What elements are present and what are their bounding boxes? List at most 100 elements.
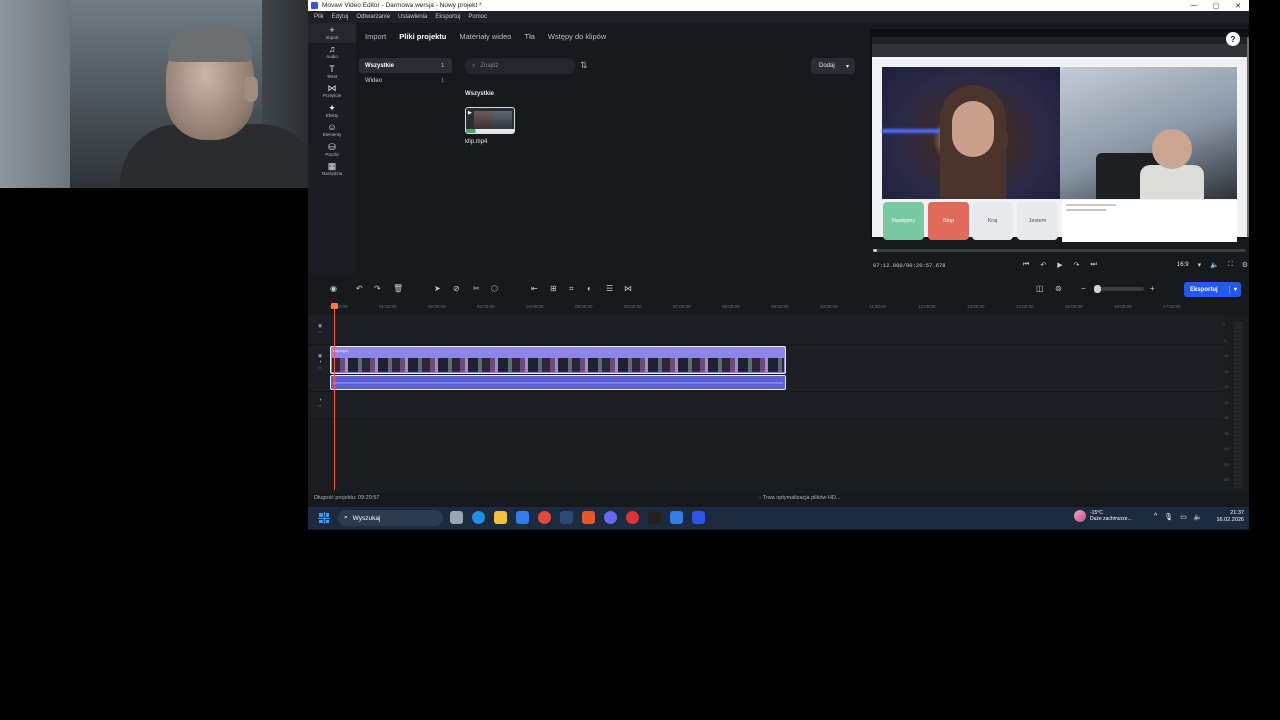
minimize-button[interactable]: — [1183, 2, 1205, 10]
sidebar-item-import[interactable]: + Import [308, 23, 356, 43]
speaker-icon[interactable]: 🔈 [1194, 513, 1203, 521]
zoom-slider[interactable] [1094, 285, 1144, 293]
menu-playback[interactable]: Odtwarzanie [356, 14, 390, 20]
opera-icon[interactable] [626, 511, 639, 524]
split-icon[interactable]: ⇤ [531, 284, 538, 293]
export-button[interactable]: Eksportuj ▾ [1184, 282, 1241, 297]
search-input[interactable]: ⌕ Znajdź [465, 58, 575, 74]
ruler-tick-label: 11:00:00 [869, 304, 887, 309]
transition-tool-icon[interactable]: ⋈ [624, 284, 632, 293]
category-video[interactable]: Wideo 1 [359, 73, 452, 88]
chevron-down-icon[interactable]: ▾ [1228, 286, 1237, 293]
playhead[interactable] [331, 303, 338, 490]
gear-icon[interactable]: ⚙ [1242, 261, 1248, 269]
category-label: Wszystkie [365, 62, 395, 69]
sidebar-item-audio[interactable]: ♫ Audio [308, 43, 356, 63]
weather-widget[interactable]: -15°C Duże zachmurze... [1074, 510, 1132, 522]
steam-icon[interactable] [560, 511, 573, 524]
cursor-icon[interactable]: ➤ [434, 284, 441, 293]
skip-start-icon[interactable]: ⏮ [1023, 261, 1029, 269]
record-icon[interactable]: ◉ [330, 284, 337, 293]
video-clip[interactable]: klip.mp4 [330, 346, 786, 374]
tab-project-files[interactable]: Pliki projektu [399, 32, 446, 41]
redo-icon[interactable]: ↷ [374, 284, 381, 293]
store-icon[interactable] [670, 511, 683, 524]
zoom-in-icon[interactable]: + [1150, 284, 1155, 293]
ruler-tick-label: 14:00:00 [1016, 304, 1034, 309]
playback-buttons: ⏮ ↶ ▶ ↷ ⏭ [1023, 261, 1097, 269]
track-controls-icon[interactable]: ◉ ◑ ⇔ [311, 353, 329, 371]
track-visibility-icon[interactable]: ◉ ⇔ [311, 323, 329, 335]
crop-icon[interactable]: ⌗ [569, 284, 574, 294]
volume-scale-label: 0 [1223, 322, 1226, 327]
menu-settings[interactable]: Ustawienia [398, 14, 427, 20]
audio-sync-icon[interactable]: ◫ [1036, 284, 1044, 293]
brave-icon[interactable] [582, 511, 595, 524]
zoom-out-icon[interactable]: − [1081, 284, 1086, 293]
add-dropdown[interactable]: Dodaj ▾ [811, 58, 855, 74]
ruler-tick-label: 10:00:00 [820, 304, 838, 309]
tiktok-icon[interactable] [648, 511, 661, 524]
aspect-ratio-select[interactable]: 16:9 [1177, 262, 1189, 268]
step-forward-icon[interactable]: ↷ [1074, 261, 1080, 269]
taskbar-clock[interactable]: 21:37 16.02.2026 [1212, 510, 1244, 524]
network-icon[interactable]: ▭ [1180, 513, 1187, 521]
media-thumbnail[interactable]: ▶ [465, 107, 515, 134]
movavi-icon[interactable] [692, 511, 705, 524]
audio-track-icon[interactable]: ◑ ⇔ [311, 397, 329, 409]
sort-icon[interactable]: ⇅ [580, 60, 588, 71]
sidebar-item-elements[interactable]: ☺ Elementy [308, 121, 356, 141]
playhead-handle[interactable] [331, 303, 338, 309]
edge-icon[interactable] [472, 511, 485, 524]
discord-icon[interactable] [604, 511, 617, 524]
chrome-icon[interactable] [538, 511, 551, 524]
menu-file[interactable]: Plik [314, 14, 324, 20]
trash-icon[interactable]: 🗑 [393, 284, 403, 293]
sidebar-item-text[interactable]: T Tekst [308, 62, 356, 82]
play-icon[interactable]: ▶ [1057, 261, 1062, 269]
volume-icon[interactable]: 🔈 [1210, 261, 1219, 269]
tab-import[interactable]: Import [365, 32, 386, 41]
adjust-icon[interactable]: ☰ [606, 284, 613, 293]
sidebar-item-packs[interactable]: ⛁ Paczki [308, 140, 356, 160]
tab-backgrounds[interactable]: Tła [524, 32, 534, 41]
mail-icon[interactable] [516, 511, 529, 524]
chevron-up-icon[interactable]: ^ [1154, 513, 1157, 521]
undo-icon[interactable]: ↶ [356, 284, 363, 293]
chevron-down-icon[interactable]: ▾ [1198, 261, 1202, 269]
sidebar-item-tools[interactable]: ▦ Narzędzia [308, 160, 356, 180]
close-button[interactable]: ✕ [1227, 2, 1249, 10]
explorer-icon[interactable] [494, 511, 507, 524]
menu-export[interactable]: Eksportuj [435, 14, 460, 20]
category-all[interactable]: Wszystkie 1 [359, 58, 452, 73]
help-button[interactable]: ? [1226, 32, 1240, 46]
marker-icon[interactable]: ⬡ [491, 284, 498, 293]
razor-icon[interactable]: ⊘ [453, 284, 460, 293]
task-view-icon[interactable] [450, 511, 463, 524]
color-icon[interactable]: ◐ [587, 284, 592, 293]
fullscreen-icon[interactable]: ⛶ [1228, 261, 1233, 269]
microphone-icon[interactable]: 🎙 [1164, 513, 1173, 521]
windows-start-icon[interactable] [318, 512, 330, 524]
skip-end-icon[interactable]: ⏭ [1090, 261, 1096, 269]
preview-player[interactable]: Następny Stop Kraj Jestem [870, 29, 1249, 242]
preview-progress-bar[interactable] [873, 249, 1246, 252]
tab-intros[interactable]: Wstępy do klipów [548, 32, 606, 41]
tab-video-materials[interactable]: Materiały wideo [459, 32, 511, 41]
sidebar-item-transitions[interactable]: ⋈ Przejście [308, 82, 356, 102]
volume-scale-label: -25 [1223, 399, 1229, 405]
maximize-button[interactable]: ▢ [1205, 2, 1227, 10]
menu-help[interactable]: Pomoc [468, 14, 487, 20]
optimizing-text: Trwa optymalizacja plików HD... [762, 495, 841, 501]
zoom-slider-knob[interactable] [1094, 285, 1101, 293]
timeline-ruler[interactable]: 00:00:00 01:00:00 02:00:00 03:00:00 04:00:00… [308, 300, 1249, 314]
scissors-icon[interactable]: ✂ [473, 284, 480, 293]
insert-icon[interactable]: ⊞ [550, 284, 557, 293]
menu-edit[interactable]: Edytuj [332, 14, 349, 20]
app-logo-icon [311, 2, 318, 9]
taskbar-search[interactable]: ⌕ Wyszukaj [338, 510, 443, 526]
step-back-icon[interactable]: ↶ [1040, 261, 1046, 269]
sidebar-item-effects[interactable]: ✦ Efekty [308, 101, 356, 121]
audio-clip[interactable] [330, 375, 786, 390]
magnet-icon[interactable]: ⊚ [1055, 284, 1062, 293]
